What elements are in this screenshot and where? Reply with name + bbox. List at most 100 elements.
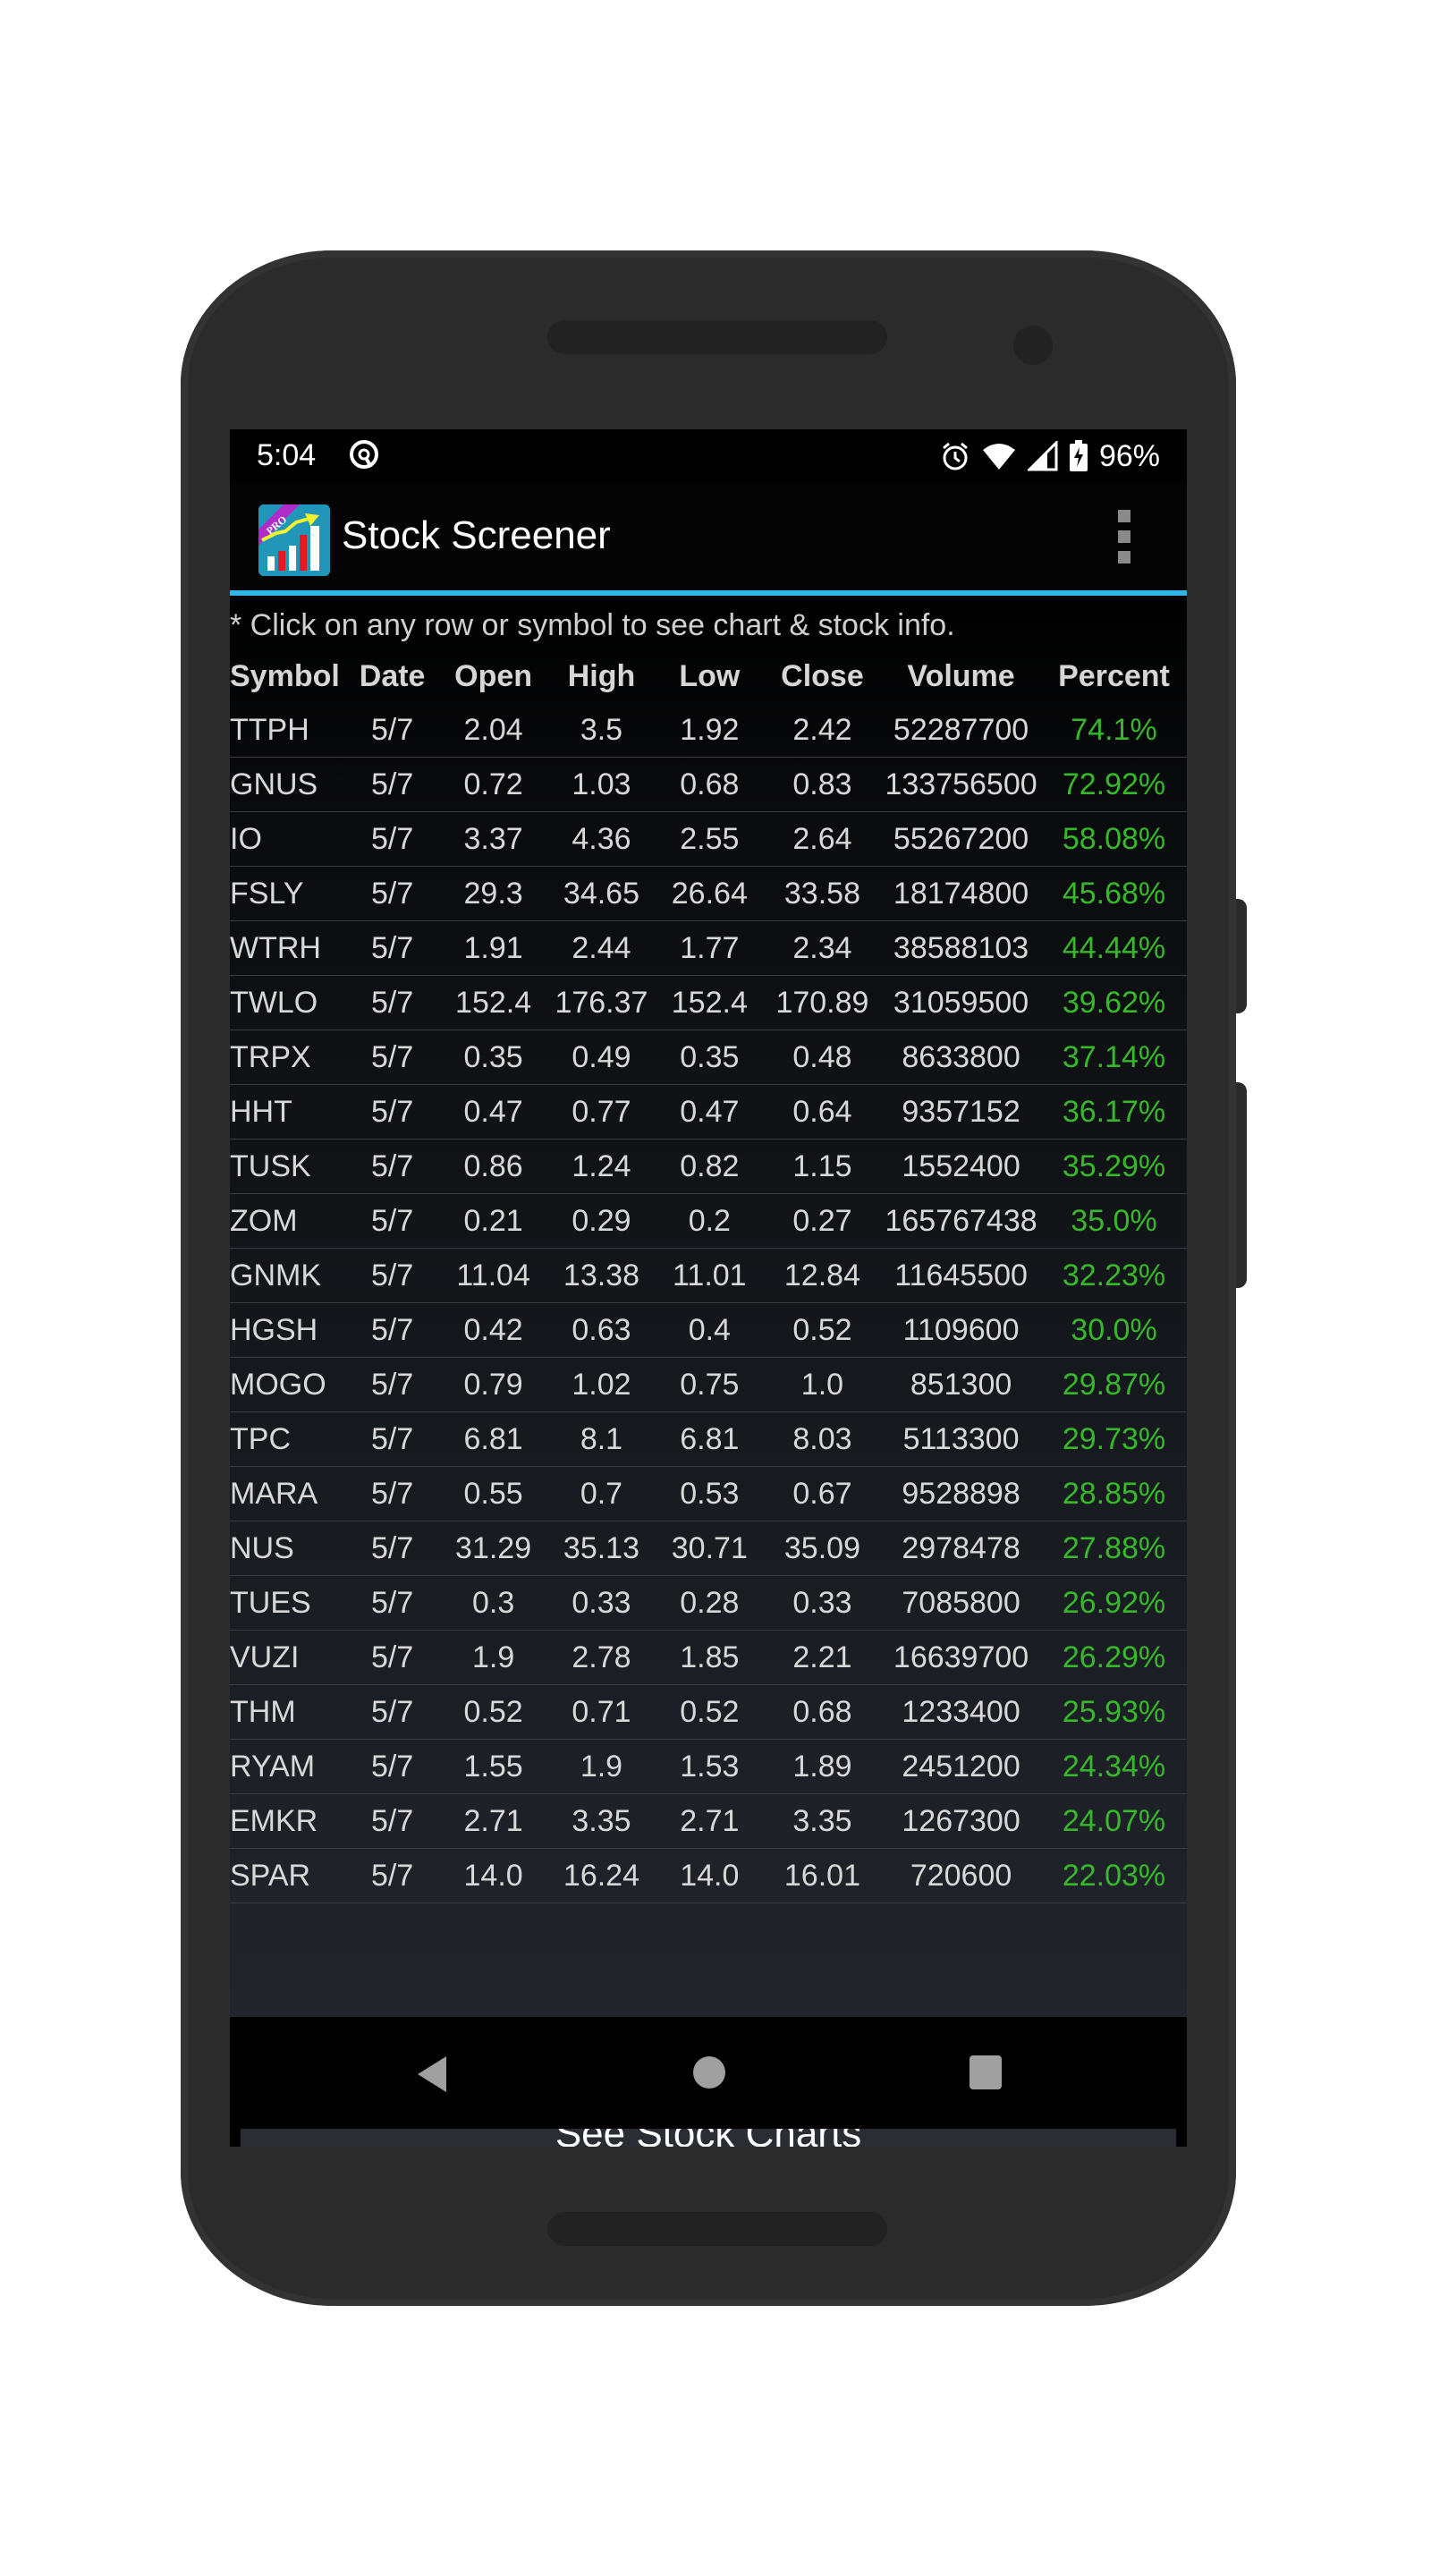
open-cell: 1.9 (439, 1630, 548, 1685)
symbol-cell[interactable]: MOGO (230, 1357, 346, 1412)
symbol-cell[interactable]: TUSK (230, 1139, 346, 1194)
high-cell: 176.37 (547, 975, 656, 1030)
date-cell: 5/7 (345, 920, 440, 976)
open-cell: 0.55 (439, 1466, 548, 1521)
open-cell: 1.55 (439, 1739, 548, 1794)
symbol-cell[interactable]: TRPX (230, 1030, 346, 1085)
date-cell: 5/7 (345, 1848, 440, 1903)
symbol-cell[interactable]: FSLY (230, 866, 346, 921)
table-row[interactable]: MOGO 5/7 0.79 1.02 0.75 1.0 851300 29.87% (230, 1357, 1187, 1412)
percent-cell: 35.0% (1041, 1193, 1187, 1249)
table-row[interactable]: SPAR 5/7 14.0 16.24 14.0 16.01 720600 22.03% (230, 1848, 1187, 1903)
date-cell: 5/7 (345, 975, 440, 1030)
symbol-cell[interactable]: IO (230, 811, 346, 867)
symbol-cell[interactable]: TWLO (230, 975, 346, 1030)
low-cell: 14.0 (655, 1848, 764, 1903)
date-cell: 5/7 (345, 1357, 440, 1412)
low-cell: 0.75 (655, 1357, 764, 1412)
symbol-cell[interactable]: NUS (230, 1521, 346, 1576)
symbol-cell[interactable]: HGSH (230, 1302, 346, 1358)
table-row[interactable]: HGSH 5/7 0.42 0.63 0.4 0.52 1109600 30.0% (230, 1302, 1187, 1358)
symbol-cell[interactable]: GNUS (230, 757, 346, 812)
symbol-cell[interactable]: HHT (230, 1084, 346, 1140)
percent-cell: 74.1% (1041, 703, 1187, 758)
symbol-cell[interactable]: EMKR (230, 1793, 346, 1849)
volume-cell: 52287700 (881, 703, 1041, 758)
percent-cell: 29.73% (1041, 1411, 1187, 1467)
table-row[interactable]: TUSK 5/7 0.86 1.24 0.82 1.15 1552400 35.29% (230, 1139, 1187, 1194)
low-cell: 1.85 (655, 1630, 764, 1685)
high-cell: 35.13 (547, 1521, 656, 1576)
open-cell: 31.29 (439, 1521, 548, 1576)
close-cell: 0.68 (763, 1684, 882, 1740)
high-cell: 1.02 (547, 1357, 656, 1412)
open-cell: 0.42 (439, 1302, 548, 1358)
table-row[interactable]: MARA 5/7 0.55 0.7 0.53 0.67 9528898 28.85% (230, 1466, 1187, 1521)
percent-cell: 44.44% (1041, 920, 1187, 976)
percent-cell: 72.92% (1041, 757, 1187, 812)
symbol-cell[interactable]: TTPH (230, 703, 346, 758)
front-camera (1013, 326, 1053, 365)
symbol-cell[interactable]: THM (230, 1684, 346, 1740)
volume-cell: 8633800 (881, 1030, 1041, 1085)
low-cell: 0.4 (655, 1302, 764, 1358)
symbol-cell[interactable]: TUES (230, 1575, 346, 1631)
low-cell: 1.77 (655, 920, 764, 976)
table-row[interactable]: HHT 5/7 0.47 0.77 0.47 0.64 9357152 36.17% (230, 1084, 1187, 1140)
close-cell: 0.64 (763, 1084, 882, 1140)
percent-cell: 29.87% (1041, 1357, 1187, 1412)
high-cell: 4.36 (547, 811, 656, 867)
table-row[interactable]: IO 5/7 3.37 4.36 2.55 2.64 55267200 58.08% (230, 811, 1187, 867)
table-row[interactable]: GNUS 5/7 0.72 1.03 0.68 0.83 133756500 72.92% (230, 757, 1187, 812)
low-cell: 152.4 (655, 975, 764, 1030)
recents-icon[interactable] (969, 2055, 1003, 2090)
close-cell: 1.89 (763, 1739, 882, 1794)
app-logo-icon: PRO (258, 504, 330, 576)
symbol-cell[interactable]: MARA (230, 1466, 346, 1521)
column-header-symbol: Symbol (230, 658, 340, 693)
home-icon[interactable] (691, 2055, 727, 2090)
symbol-cell[interactable]: WTRH (230, 920, 346, 976)
date-cell: 5/7 (345, 1684, 440, 1740)
table-row[interactable]: RYAM 5/7 1.55 1.9 1.53 1.89 2451200 24.34% (230, 1739, 1187, 1794)
table-row[interactable]: EMKR 5/7 2.71 3.35 2.71 3.35 1267300 24.07% (230, 1793, 1187, 1849)
stock-table: Symbol Date Open High Low Close Volume Percent … (230, 649, 1187, 1903)
table-row[interactable]: FSLY 5/7 29.3 34.65 26.64 33.58 18174800 45.68% (230, 866, 1187, 921)
symbol-cell[interactable]: RYAM (230, 1739, 346, 1794)
symbol-cell[interactable]: TPC (230, 1411, 346, 1467)
close-cell: 0.83 (763, 757, 882, 812)
overflow-menu-icon[interactable] (1115, 510, 1133, 564)
table-row[interactable]: TTPH 5/7 2.04 3.5 1.92 2.42 52287700 74.1% (230, 703, 1187, 758)
symbol-cell[interactable]: SPAR (230, 1848, 346, 1903)
volume-button (1236, 1082, 1247, 1288)
date-cell: 5/7 (345, 1193, 440, 1249)
table-row[interactable]: ZOM 5/7 0.21 0.29 0.2 0.27 165767438 35.0% (230, 1193, 1187, 1249)
volume-cell: 9528898 (881, 1466, 1041, 1521)
table-row[interactable]: VUZI 5/7 1.9 2.78 1.85 2.21 16639700 26.29% (230, 1630, 1187, 1685)
symbol-cell[interactable]: ZOM (230, 1193, 346, 1249)
battery-charging-icon (1069, 440, 1088, 471)
table-row[interactable]: TWLO 5/7 152.4 176.37 152.4 170.89 31059500 39.… (230, 975, 1187, 1030)
table-row[interactable]: THM 5/7 0.52 0.71 0.52 0.68 1233400 25.93% (230, 1684, 1187, 1740)
table-row[interactable]: TPC 5/7 6.81 8.1 6.81 8.03 5113300 29.73% (230, 1411, 1187, 1467)
table-row[interactable]: GNMK 5/7 11.04 13.38 11.01 12.84 11645500 32.23… (230, 1248, 1187, 1303)
percent-cell: 26.92% (1041, 1575, 1187, 1631)
symbol-cell[interactable]: GNMK (230, 1248, 346, 1303)
percent-cell: 30.0% (1041, 1302, 1187, 1358)
date-cell: 5/7 (345, 1739, 440, 1794)
back-icon[interactable] (416, 2055, 448, 2094)
open-cell: 2.71 (439, 1793, 548, 1849)
date-cell: 5/7 (345, 1248, 440, 1303)
high-cell: 1.24 (547, 1139, 656, 1194)
symbol-cell[interactable]: VUZI (230, 1630, 346, 1685)
table-row[interactable]: TRPX 5/7 0.35 0.49 0.35 0.48 8633800 37.14% (230, 1030, 1187, 1085)
low-cell: 0.47 (655, 1084, 764, 1140)
high-cell: 1.9 (547, 1739, 656, 1794)
column-header-percent: Percent (1058, 658, 1170, 693)
close-cell: 0.48 (763, 1030, 882, 1085)
table-row[interactable]: TUES 5/7 0.3 0.33 0.28 0.33 7085800 26.92% (230, 1575, 1187, 1631)
table-row[interactable]: WTRH 5/7 1.91 2.44 1.77 2.34 38588103 44.44% (230, 920, 1187, 976)
high-cell: 0.33 (547, 1575, 656, 1631)
table-row[interactable]: NUS 5/7 31.29 35.13 30.71 35.09 2978478 27.88% (230, 1521, 1187, 1576)
close-cell: 3.35 (763, 1793, 882, 1849)
